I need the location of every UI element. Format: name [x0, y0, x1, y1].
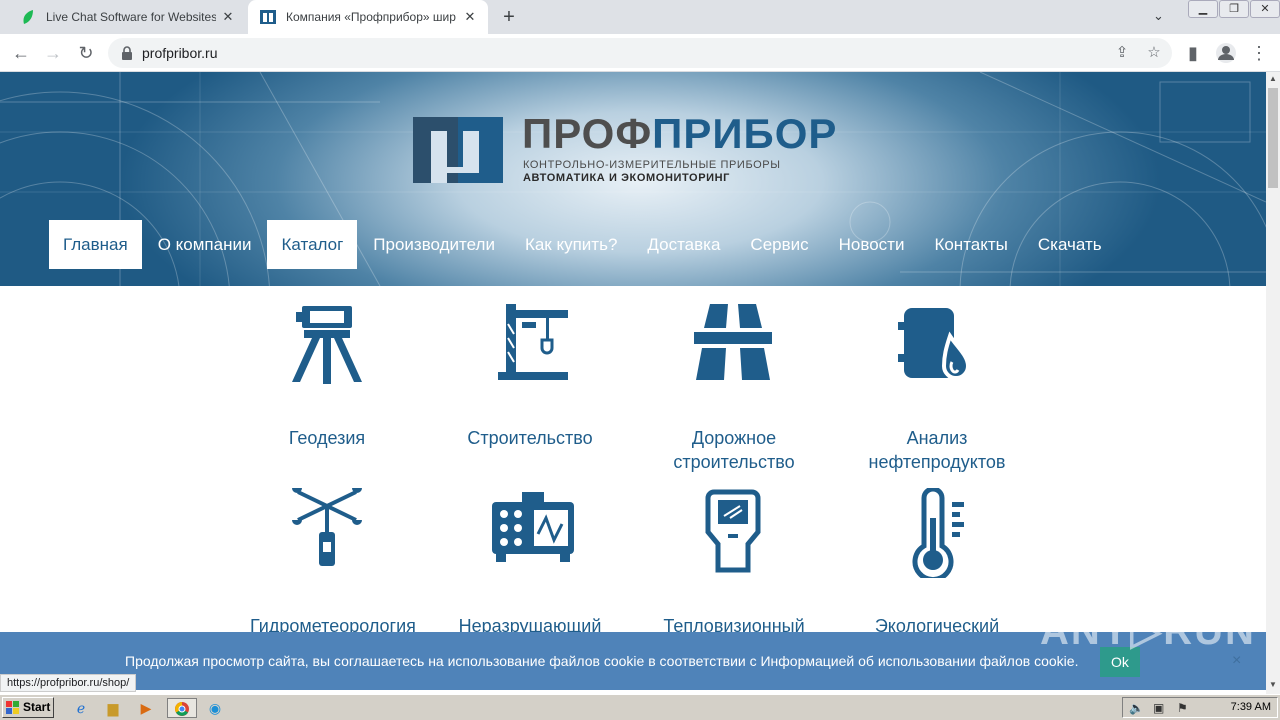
clock: 7:39 AM: [1230, 701, 1271, 713]
chevron-down-icon[interactable]: ⌄: [1153, 8, 1164, 24]
system-tray: 🔈 ▣ ⚑ 7:39 AM: [1122, 697, 1278, 718]
volume-icon[interactable]: 🔈: [1129, 701, 1144, 715]
share-icon[interactable]: ⇪: [1112, 43, 1132, 61]
main-nav: Главная О компании Каталог Производители…: [49, 220, 1118, 269]
tab-live-chat[interactable]: Live Chat Software for Websites | Ji ✕: [8, 0, 246, 34]
lock-icon: [122, 46, 132, 60]
browser-tab-strip: Live Chat Software for Websites | Ji ✕ К…: [0, 0, 1280, 34]
category-geodesy[interactable]: Геодезия: [227, 426, 427, 450]
crane-icon[interactable]: [488, 298, 578, 388]
nav-manufacturers[interactable]: Производители: [359, 220, 509, 269]
nav-service[interactable]: Сервис: [736, 220, 822, 269]
tab-profpribor[interactable]: Компания «Профприбор» широкий ✕: [248, 0, 488, 34]
site-header: ПРОФПРИБОР КОНТРОЛЬНО-ИЗМЕРИТЕЛЬНЫЕ ПРИБ…: [0, 72, 1266, 286]
minimize-icon[interactable]: ▁: [1188, 0, 1218, 18]
category-road-construction[interactable]: Дорожное строительство: [634, 426, 834, 474]
tab-title: Компания «Профприбор» широкий: [286, 10, 456, 24]
oil-barrel-icon[interactable]: [892, 298, 982, 388]
logo-title: ПРОФПРИБОР: [522, 110, 838, 157]
close-icon[interactable]: ✕: [462, 9, 478, 25]
forward-icon[interactable]: →: [42, 42, 64, 64]
close-icon[interactable]: ×: [1232, 652, 1241, 670]
logo-subtitle-2: АВТОМАТИКА И ЭКОМОНИТОРИНГ: [523, 172, 731, 184]
nav-news[interactable]: Новости: [825, 220, 919, 269]
nav-about[interactable]: О компании: [144, 220, 266, 269]
cookie-text: Продолжая просмотр сайта, вы соглашаетес…: [125, 653, 1079, 669]
address-bar[interactable]: profpribor.ru ⇪ ☆: [108, 38, 1172, 68]
chrome-icon[interactable]: [167, 698, 197, 718]
flaw-detector-icon[interactable]: [488, 490, 578, 580]
nav-catalog[interactable]: Каталог: [267, 220, 358, 269]
tab-title: Live Chat Software for Websites | Ji: [46, 10, 216, 24]
media-player-icon[interactable]: ▶: [135, 698, 157, 718]
thermal-imager-icon[interactable]: [688, 488, 778, 578]
folder-icon[interactable]: ▆: [102, 698, 124, 718]
status-bar-url: https://profpribor.ru/shop/: [0, 674, 137, 692]
profile-icon[interactable]: [1215, 42, 1237, 64]
edge-icon[interactable]: ◉: [204, 698, 226, 718]
anyrun-watermark: ANY▷RUN: [1040, 609, 1256, 653]
leaf-icon: [23, 10, 33, 24]
close-window-icon[interactable]: ✕: [1250, 0, 1280, 18]
sidebar-icon[interactable]: ▮: [1182, 42, 1204, 64]
internet-explorer-icon[interactable]: ℯ: [70, 698, 92, 718]
close-icon[interactable]: ✕: [220, 9, 236, 25]
star-icon[interactable]: ☆: [1144, 43, 1164, 61]
network-icon[interactable]: ▣: [1153, 701, 1164, 715]
thermometer-icon[interactable]: [892, 488, 982, 578]
flag-icon[interactable]: ⚑: [1177, 701, 1188, 715]
new-tab-button[interactable]: +: [498, 6, 520, 28]
logo-subtitle: КОНТРОЛЬНО-ИЗМЕРИТЕЛЬНЫЕ ПРИБОРЫ: [523, 159, 781, 171]
chrome-logo-icon: [175, 702, 189, 716]
scrollbar-thumb[interactable]: [1268, 88, 1278, 188]
nav-contacts[interactable]: Контакты: [920, 220, 1021, 269]
windows-taskbar: Start ℯ ▆ ▶ ◉ 🔈 ▣ ⚑ 7:39 AM: [0, 694, 1280, 720]
url-text: profpribor.ru: [142, 45, 218, 61]
tripod-icon[interactable]: [282, 298, 372, 388]
road-icon[interactable]: [688, 298, 778, 388]
nav-home[interactable]: Главная: [49, 220, 142, 269]
windows-logo-icon: [6, 701, 19, 714]
back-icon[interactable]: ←: [10, 42, 32, 64]
window-controls: ▁ ❐ ✕: [1187, 0, 1280, 18]
page-scrollbar[interactable]: ▲ ▼: [1266, 72, 1280, 694]
profpribor-logo-icon: [413, 117, 503, 183]
menu-icon[interactable]: ⋮: [1248, 42, 1270, 64]
scroll-down-icon[interactable]: ▼: [1266, 678, 1280, 692]
category-construction[interactable]: Строительство: [430, 426, 630, 450]
start-button[interactable]: Start: [2, 697, 54, 718]
nav-delivery[interactable]: Доставка: [633, 220, 734, 269]
category-oil-analysis[interactable]: Анализ нефтепродуктов: [837, 426, 1037, 474]
anemometer-icon[interactable]: [282, 484, 372, 574]
profpribor-favicon-icon: [260, 10, 276, 24]
screen: Live Chat Software for Websites | Ji ✕ К…: [0, 0, 1280, 720]
reload-icon[interactable]: ↻: [75, 42, 97, 64]
browser-toolbar: ← → ↻ profpribor.ru ⇪ ☆ ▮ ⋮: [0, 34, 1280, 72]
nav-how-to-buy[interactable]: Как купить?: [511, 220, 631, 269]
nav-download[interactable]: Скачать: [1024, 220, 1116, 269]
restore-icon[interactable]: ❐: [1219, 0, 1249, 18]
scroll-up-icon[interactable]: ▲: [1266, 72, 1280, 86]
